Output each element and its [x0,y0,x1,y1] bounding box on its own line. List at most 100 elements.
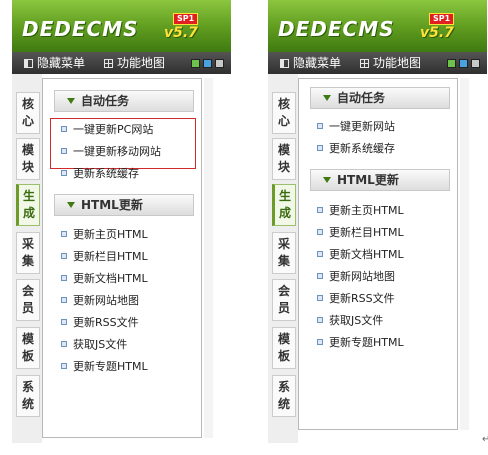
bullet-icon [317,207,323,213]
menu-item-label: 一键更新PC网站 [73,123,154,136]
menu-item-update-home-html[interactable]: 更新主页HTML [61,225,148,245]
menu-item-update-document-html[interactable]: 更新文档HTML [317,245,404,265]
hide-menu-label: 隐藏菜单 [293,56,342,70]
tab-members[interactable]: 会员 [16,279,40,321]
menu-item-label: 更新专题HTML [73,360,148,373]
menu-scrollbar[interactable] [204,78,213,438]
gray-skin-swatch[interactable] [215,59,224,68]
section-html-update[interactable]: HTML更新 [310,169,450,191]
menu-item-update-site[interactable]: 一键更新网站 [317,117,395,137]
tab-collect[interactable]: 采集 [272,232,296,274]
menu-item-label: 更新文档HTML [73,272,148,285]
menu-item-update-mobile-site[interactable]: 一键更新移动网站 [61,142,161,162]
function-map-label: 功能地图 [117,56,166,70]
version-label: v5.7 [420,25,454,41]
menu-content: 自动任务 一键更新网站 更新系统缓存 HTML更新 更新主页HTML 更新栏目H… [298,78,458,430]
bullet-icon [61,253,67,259]
green-skin-swatch[interactable] [447,59,456,68]
menu-item-update-document-html[interactable]: 更新文档HTML [61,269,148,289]
tab-generate[interactable]: 生成 [272,184,296,226]
bullet-icon [317,145,323,151]
menu-item-update-sitemap[interactable]: 更新网站地图 [317,267,395,287]
menu-item-label: 更新网站地图 [73,294,139,307]
green-skin-swatch[interactable] [191,59,200,68]
grid-icon [104,59,113,68]
blue-skin-swatch[interactable] [203,59,212,68]
menu-item-label: 更新专题HTML [329,336,404,349]
menu-item-label: 更新栏目HTML [73,250,148,263]
menu-item-update-cache[interactable]: 更新系统缓存 [317,139,395,159]
header-banner: DEDECMS SP1 v5.7 [268,0,487,52]
tab-system[interactable]: 系统 [16,375,40,417]
tab-modules[interactable]: 模块 [272,138,296,180]
menu-scrollbar[interactable] [460,78,469,430]
dedecms-logo: DEDECMS [22,17,139,41]
tab-core[interactable]: 核心 [272,92,296,134]
menu-item-update-rss[interactable]: 更新RSS文件 [61,313,139,333]
bullet-icon [317,251,323,257]
tab-collect[interactable]: 采集 [16,232,40,274]
menu-item-label: 更新RSS文件 [329,292,395,305]
function-map-button[interactable]: 功能地图 [360,55,421,71]
menu-item-update-column-html[interactable]: 更新栏目HTML [317,223,404,243]
section-auto-tasks[interactable]: 自动任务 [310,87,450,109]
function-map-button[interactable]: 功能地图 [104,55,165,71]
menu-item-update-column-html[interactable]: 更新栏目HTML [61,247,148,267]
menu-item-label: 更新栏目HTML [329,226,404,239]
tab-templates[interactable]: 模板 [272,327,296,369]
menu-item-get-js[interactable]: 获取JS文件 [61,335,127,355]
bullet-icon [61,126,67,132]
menu-item-label: 一键更新网站 [329,120,395,133]
tab-generate[interactable]: 生成 [16,184,40,226]
section-title: HTML更新 [81,198,143,212]
menu-item-update-sitemap[interactable]: 更新网站地图 [61,291,139,311]
gray-skin-swatch[interactable] [471,59,480,68]
menu-item-label: 更新RSS文件 [73,316,139,329]
bullet-icon [317,295,323,301]
hide-menu-label: 隐藏菜单 [37,56,86,70]
section-html-update[interactable]: HTML更新 [54,194,194,216]
header-banner: DEDECMS SP1 v5.7 [12,0,231,52]
menu-item-update-topic-html[interactable]: 更新专题HTML [61,357,148,377]
bullet-icon [61,297,67,303]
top-toolbar: 隐藏菜单 功能地图 [12,52,231,74]
menu-item-update-home-html[interactable]: 更新主页HTML [317,201,404,221]
menu-item-get-js[interactable]: 获取JS文件 [317,311,383,331]
section-title: 自动任务 [337,91,386,105]
menu-item-label: 更新主页HTML [73,228,148,241]
tab-modules[interactable]: 模块 [16,138,40,180]
chevron-down-icon [323,177,331,183]
menu-item-update-rss[interactable]: 更新RSS文件 [317,289,395,309]
version-label: v5.7 [164,25,198,41]
tab-templates[interactable]: 模板 [16,327,40,369]
menu-item-label: 更新网站地图 [329,270,395,283]
bullet-icon [61,170,67,176]
sp1-badge: SP1 [429,13,455,25]
menu-item-label: 更新系统缓存 [329,142,395,155]
bullet-icon [61,319,67,325]
tab-core[interactable]: 核心 [16,92,40,134]
tab-system[interactable]: 系统 [272,375,296,417]
blue-skin-swatch[interactable] [459,59,468,68]
menu-item-label: 更新主页HTML [329,204,404,217]
menu-item-label: 获取JS文件 [73,338,128,351]
section-title: 自动任务 [81,94,130,108]
admin-panel-right: DEDECMS SP1 v5.7 隐藏菜单 功能地图 核心 模块 生成 采集 会… [268,0,487,443]
menu-item-update-cache[interactable]: 更新系统缓存 [61,164,139,184]
bullet-icon [61,363,67,369]
menu-content: 自动任务 一键更新PC网站 一键更新移动网站 更新系统缓存 HTML更新 更新主… [42,78,202,438]
section-auto-tasks[interactable]: 自动任务 [54,90,194,112]
menu-item-update-topic-html[interactable]: 更新专题HTML [317,333,404,353]
menu-item-label: 更新文档HTML [329,248,404,261]
hide-menu-button[interactable]: 隐藏菜单 [280,55,341,71]
bullet-icon [317,317,323,323]
menu-item-label: 获取JS文件 [329,314,384,327]
menu-item-label: 更新系统缓存 [73,167,139,180]
menu-item-update-pc-site[interactable]: 一键更新PC网站 [61,120,153,140]
tab-members[interactable]: 会员 [272,279,296,321]
section-title: HTML更新 [337,173,399,187]
corner-mark: ↵ [482,434,488,445]
chevron-down-icon [323,95,331,101]
hide-menu-button[interactable]: 隐藏菜单 [24,55,85,71]
hide-panel-icon [24,59,33,68]
